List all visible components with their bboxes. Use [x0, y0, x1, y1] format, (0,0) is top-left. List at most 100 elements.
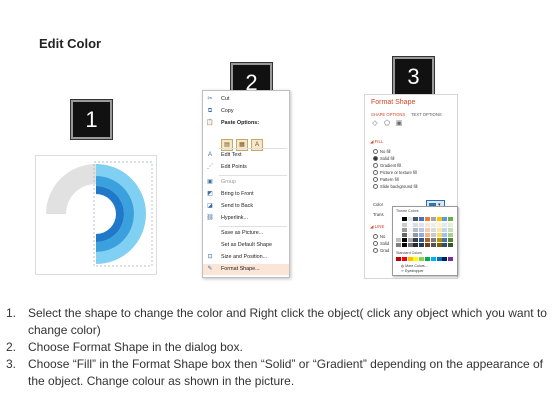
- color-swatch[interactable]: [396, 238, 401, 242]
- color-swatch[interactable]: [419, 223, 425, 227]
- color-swatch[interactable]: [396, 217, 401, 221]
- menu-item-size-position[interactable]: ⊡ Size and Position...: [203, 252, 289, 263]
- color-swatch[interactable]: [442, 233, 448, 237]
- color-swatch[interactable]: [413, 217, 419, 221]
- color-swatch[interactable]: [425, 223, 430, 227]
- color-swatch[interactable]: [430, 243, 436, 247]
- standard-color-swatch[interactable]: [407, 257, 413, 261]
- standard-color-swatch[interactable]: [436, 257, 442, 261]
- color-swatch[interactable]: [396, 243, 401, 247]
- color-swatch[interactable]: [407, 228, 413, 232]
- color-swatch[interactable]: [401, 238, 407, 242]
- color-swatch[interactable]: [407, 217, 413, 221]
- color-swatch[interactable]: [436, 228, 442, 232]
- standard-color-swatch[interactable]: [419, 257, 425, 261]
- standard-color-swatch[interactable]: [442, 257, 448, 261]
- radio-button[interactable]: [373, 234, 378, 240]
- color-swatch[interactable]: [442, 243, 448, 247]
- standard-color-swatch[interactable]: [430, 257, 436, 261]
- radio-button[interactable]: [373, 184, 378, 190]
- line-option-gradient[interactable]: Grad: [373, 248, 389, 254]
- color-swatch[interactable]: [430, 238, 436, 242]
- color-swatch[interactable]: [436, 243, 442, 247]
- color-swatch[interactable]: [425, 228, 430, 232]
- color-swatch[interactable]: [407, 238, 413, 242]
- more-colors-link[interactable]: ◍ More Colors...: [401, 264, 428, 268]
- option-no-fill[interactable]: No fill: [373, 149, 390, 155]
- color-swatch[interactable]: [448, 223, 454, 227]
- color-swatch[interactable]: [419, 233, 425, 237]
- radio-button[interactable]: [373, 241, 378, 247]
- color-swatch[interactable]: [401, 217, 407, 221]
- radio-button[interactable]: [373, 163, 378, 169]
- menu-item-save-as-picture[interactable]: Save as Picture...: [203, 228, 289, 239]
- color-swatch[interactable]: [442, 228, 448, 232]
- option-gradient-fill[interactable]: Gradient fill: [373, 163, 401, 169]
- menu-item-edit-text[interactable]: A Edit Text: [203, 150, 289, 161]
- menu-item-format-shape[interactable]: ✎ Format Shape...: [203, 264, 289, 275]
- color-swatch[interactable]: [425, 233, 430, 237]
- menu-item-hyperlink[interactable]: ⛓ Hyperlink...: [203, 213, 289, 224]
- color-swatch[interactable]: [396, 228, 401, 232]
- color-swatch[interactable]: [413, 243, 419, 247]
- effects-icon[interactable]: ⬠: [383, 120, 391, 128]
- color-swatch[interactable]: [448, 233, 454, 237]
- menu-item-copy[interactable]: ⧉ Copy: [203, 106, 289, 117]
- color-swatch[interactable]: [448, 217, 454, 221]
- standard-color-swatch[interactable]: [425, 257, 430, 261]
- fill-line-icon[interactable]: ◇: [371, 120, 379, 128]
- menu-item-send-to-back[interactable]: ◪ Send to Back: [203, 201, 289, 212]
- radio-button-selected[interactable]: [373, 156, 378, 162]
- option-pattern-fill[interactable]: Pattern fill: [373, 177, 399, 183]
- menu-item-set-default-shape[interactable]: Set as Default Shape: [203, 240, 289, 251]
- menu-item-bring-to-front[interactable]: ◩ Bring to Front: [203, 189, 289, 200]
- menu-item-edit-points[interactable]: ⋰ Edit Points: [203, 162, 289, 173]
- color-swatch[interactable]: [413, 233, 419, 237]
- line-section-header[interactable]: ◢ LINE: [370, 224, 384, 230]
- color-swatch[interactable]: [425, 243, 430, 247]
- menu-item-cut[interactable]: ✂ Cut: [203, 94, 289, 105]
- line-option-solid[interactable]: Solid: [373, 241, 389, 247]
- color-swatch[interactable]: [425, 238, 430, 242]
- color-swatch[interactable]: [448, 238, 454, 242]
- color-swatch[interactable]: [419, 217, 425, 221]
- color-swatch[interactable]: [442, 238, 448, 242]
- option-solid-fill[interactable]: Solid fill: [373, 156, 394, 162]
- color-swatch[interactable]: [401, 233, 407, 237]
- color-swatch[interactable]: [419, 238, 425, 242]
- color-swatch[interactable]: [430, 228, 436, 232]
- color-swatch[interactable]: [413, 238, 419, 242]
- color-swatch[interactable]: [436, 217, 442, 221]
- color-swatch[interactable]: [442, 217, 448, 221]
- radio-button[interactable]: [373, 149, 378, 155]
- color-swatch[interactable]: [448, 243, 454, 247]
- standard-color-swatch[interactable]: [396, 257, 401, 261]
- color-swatch[interactable]: [436, 233, 442, 237]
- standard-color-swatch[interactable]: [413, 257, 419, 261]
- color-swatch[interactable]: [430, 217, 436, 221]
- color-swatch[interactable]: [396, 233, 401, 237]
- color-swatch[interactable]: [425, 217, 430, 221]
- color-swatch[interactable]: [401, 223, 407, 227]
- size-icon[interactable]: ▣: [395, 120, 403, 128]
- tab-text-options[interactable]: TEXT OPTIONS: [411, 112, 442, 117]
- color-swatch[interactable]: [401, 243, 407, 247]
- color-swatch[interactable]: [419, 228, 425, 232]
- color-swatch[interactable]: [419, 243, 425, 247]
- color-swatch[interactable]: [430, 223, 436, 227]
- color-swatch[interactable]: [442, 223, 448, 227]
- line-option-no[interactable]: No: [373, 234, 385, 240]
- menu-item-group[interactable]: ▣ Group: [203, 177, 289, 188]
- color-swatch[interactable]: [401, 228, 407, 232]
- standard-color-swatch[interactable]: [448, 257, 454, 261]
- option-slide-background-fill[interactable]: Slide background fill: [373, 184, 417, 190]
- color-swatch[interactable]: [436, 223, 442, 227]
- step-1-screenshot[interactable]: [35, 155, 157, 275]
- standard-color-swatch[interactable]: [401, 257, 407, 261]
- radio-button[interactable]: [373, 177, 378, 183]
- eyedropper-link[interactable]: ✑ Eyedropper: [401, 269, 424, 273]
- color-swatch[interactable]: [407, 233, 413, 237]
- color-swatch[interactable]: [448, 228, 454, 232]
- radio-button[interactable]: [373, 248, 378, 254]
- color-swatch[interactable]: [413, 228, 419, 232]
